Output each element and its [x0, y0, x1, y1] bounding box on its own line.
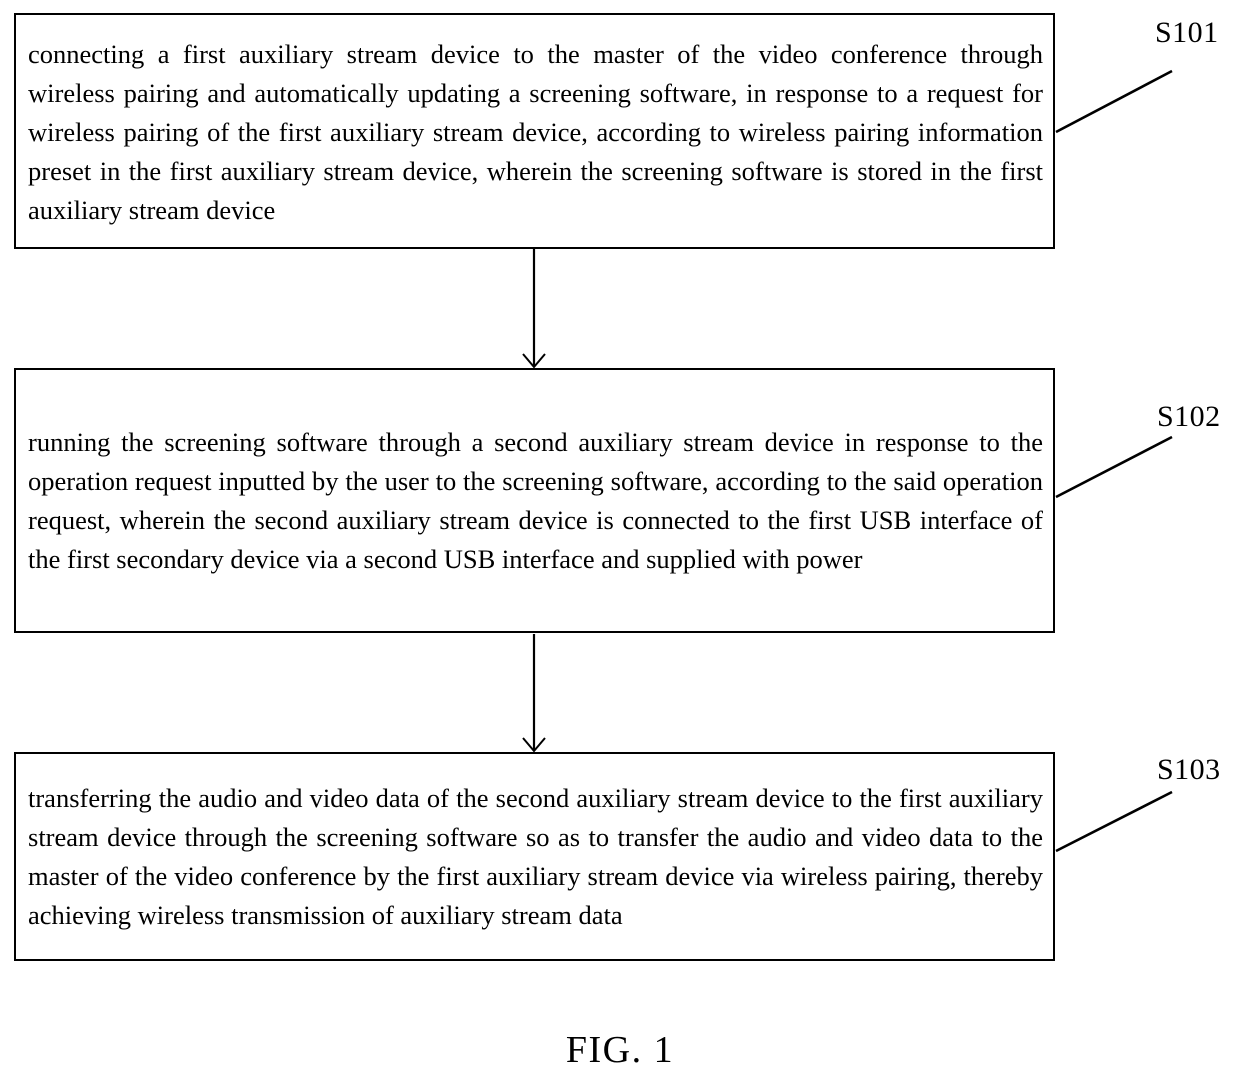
- flowchart-step-text-s101: connecting a first auxiliary stream devi…: [28, 38, 1043, 225]
- reference-numeral-s103: S103: [1157, 753, 1221, 786]
- leader-line-s101: [1055, 69, 1173, 134]
- flowchart-step-box-s101: connecting a first auxiliary stream devi…: [14, 13, 1055, 249]
- flowchart-step-text-s103: transferring the audio and video data of…: [28, 782, 1043, 930]
- figure-canvas: connecting a first auxiliary stream devi…: [0, 0, 1240, 1092]
- leader-line-s102: [1055, 435, 1173, 499]
- flowchart-step-text-s102: running the screening software through a…: [28, 426, 1043, 574]
- reference-numeral-s102: S102: [1157, 400, 1221, 433]
- flowchart-step-box-s103: transferring the audio and video data of…: [14, 752, 1055, 961]
- flowchart-step-box-s102: running the screening software through a…: [14, 368, 1055, 633]
- reference-numeral-s101: S101: [1155, 16, 1219, 49]
- connector-arrow-s101-to-s102: [522, 249, 546, 369]
- connector-arrow-s102-to-s103: [522, 634, 546, 753]
- leader-line-s103: [1055, 790, 1173, 853]
- figure-caption: FIG. 1: [565, 1029, 675, 1071]
